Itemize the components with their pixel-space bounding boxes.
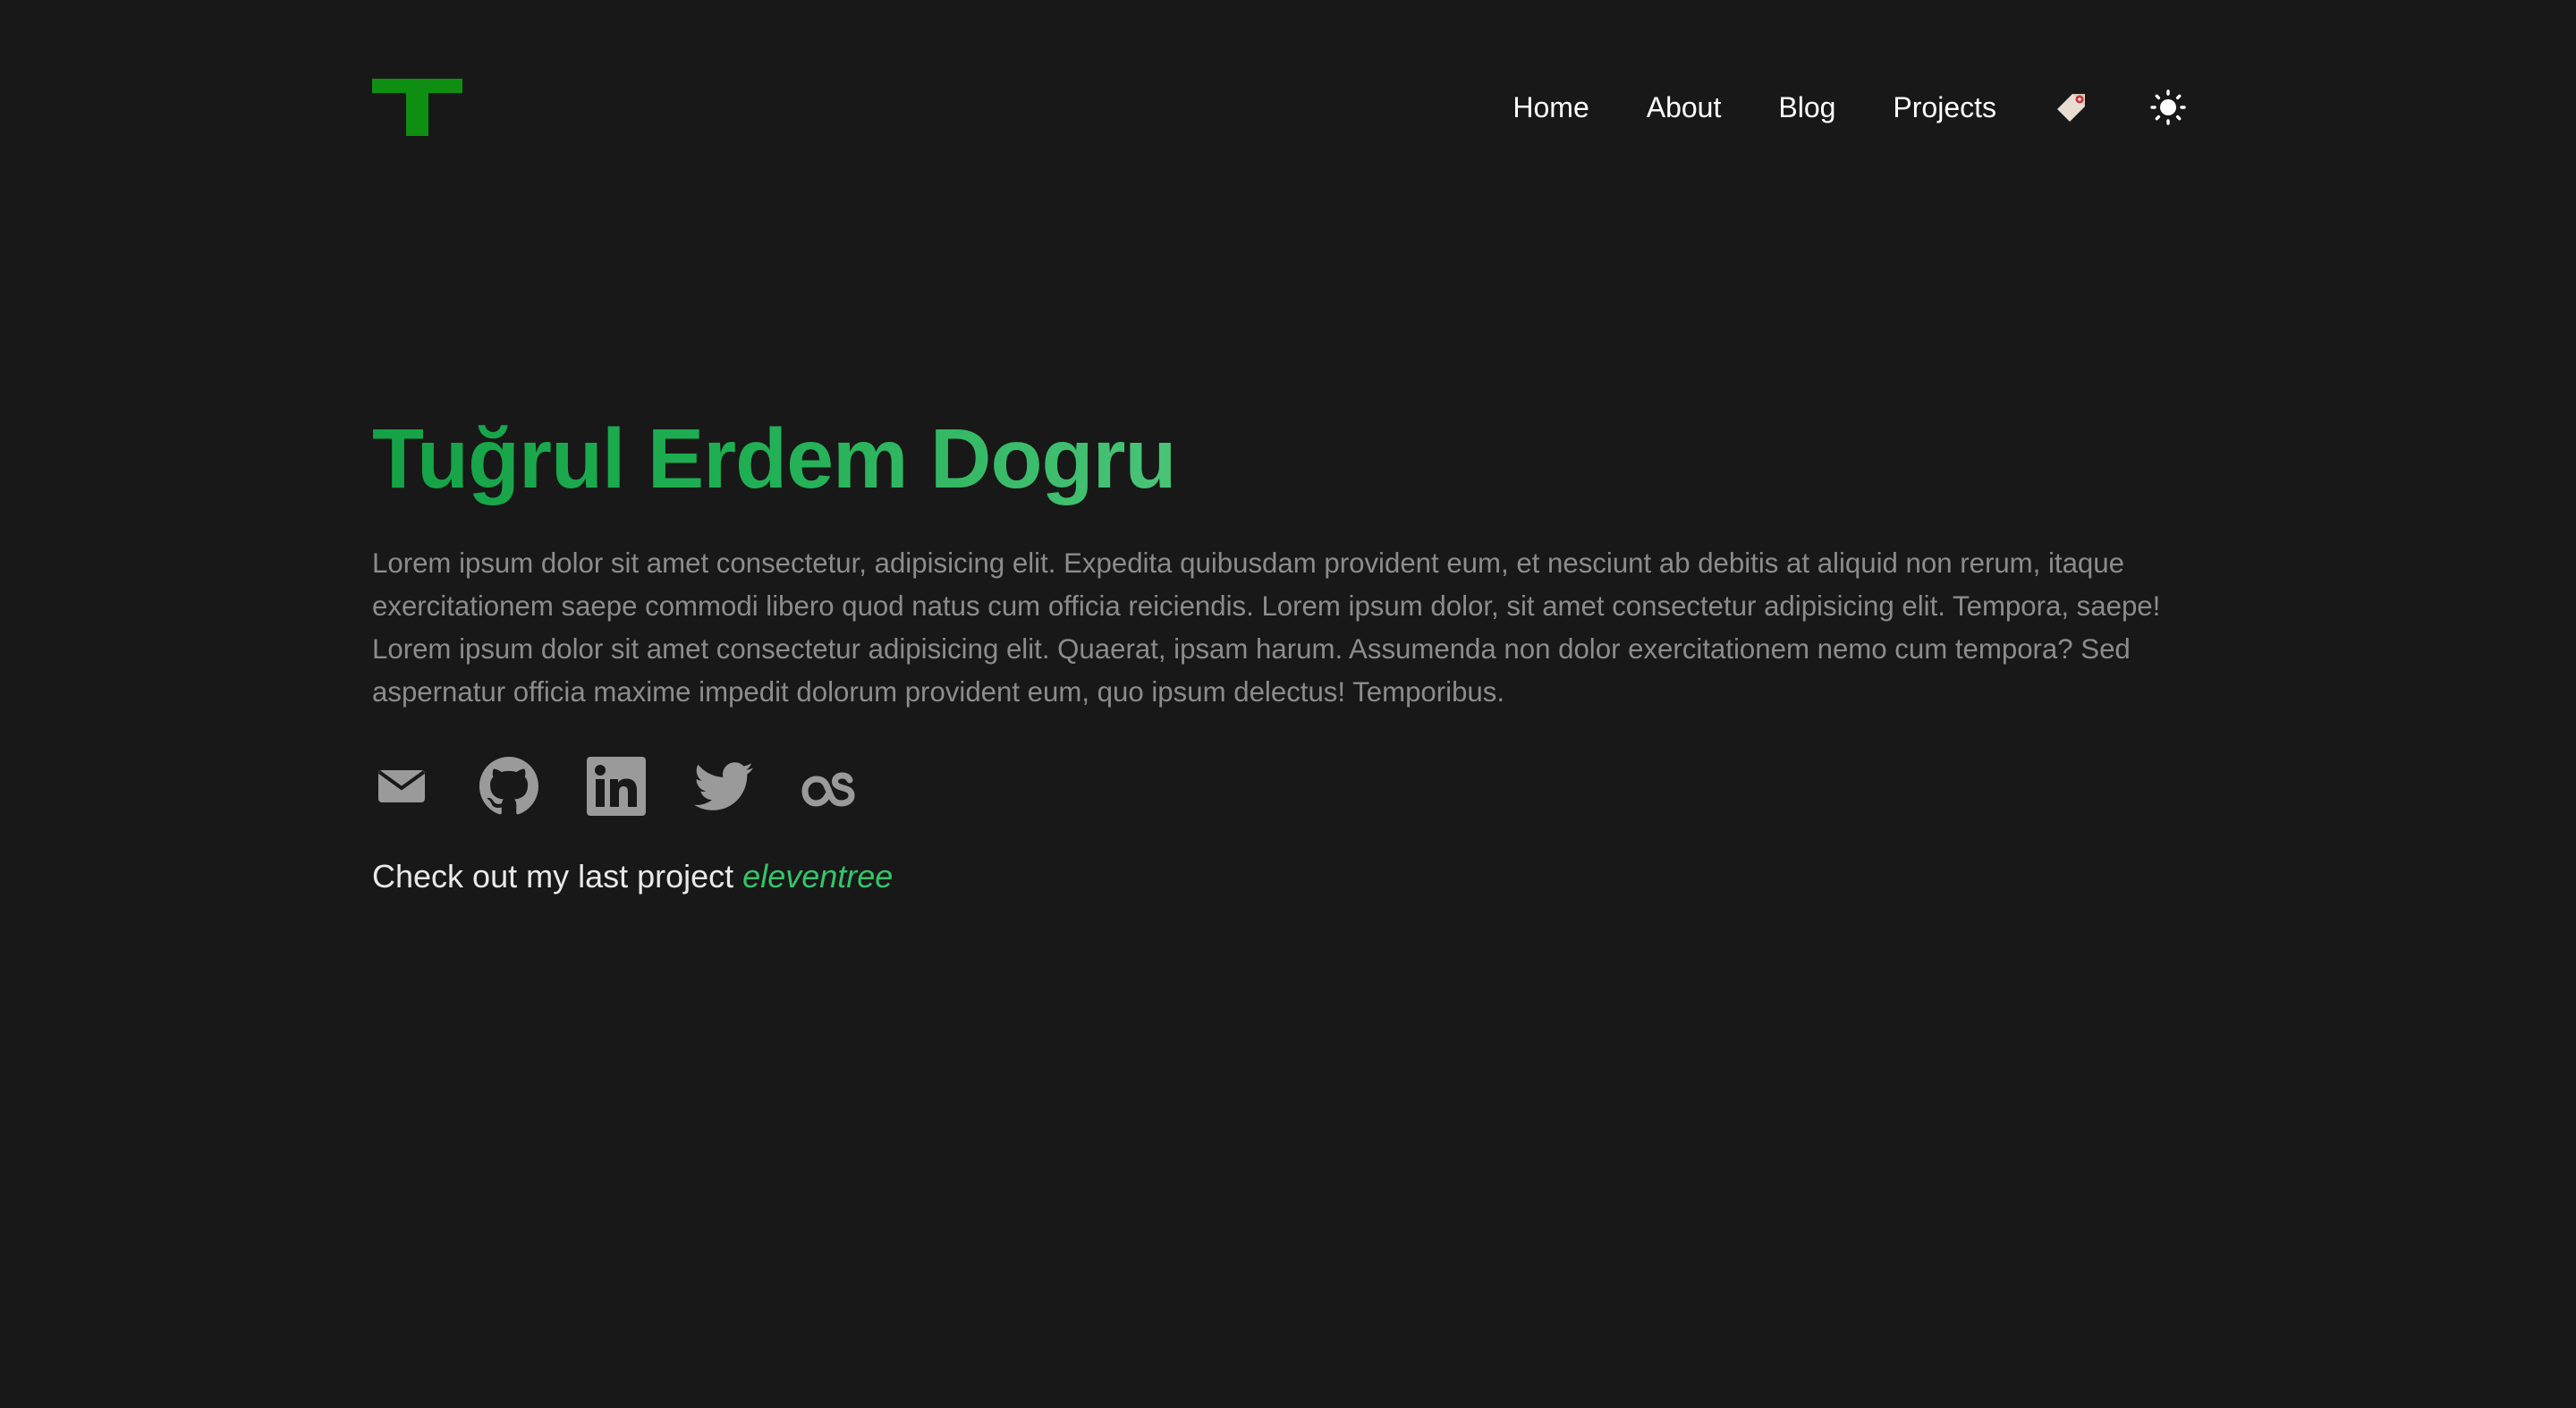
email-link[interactable] [372, 757, 431, 816]
theme-toggle[interactable] [2150, 89, 2186, 125]
main-nav: Home About Blog Projects [1513, 79, 2186, 136]
lastfm-icon [801, 772, 855, 807]
lastfm-link[interactable] [801, 757, 860, 816]
linkedin-link[interactable] [587, 757, 646, 816]
hero-section: Tuğrul Erdem Dogru Lorem ipsum dolor sit… [372, 403, 2206, 930]
tag-icon [2057, 94, 2085, 122]
brand-t-logo [372, 79, 462, 136]
nav-home[interactable]: Home [1513, 79, 1589, 136]
nav-projects[interactable]: Projects [1893, 79, 1996, 136]
latest-project-text: Check out my last project eleventree [372, 855, 2206, 898]
mail-icon [377, 770, 426, 802]
page-title: Tuğrul Erdem Dogru [372, 403, 1177, 515]
logo-link[interactable] [372, 79, 462, 136]
sun-icon [2150, 89, 2186, 125]
github-link[interactable] [479, 757, 538, 816]
nav-about[interactable]: About [1647, 79, 1722, 136]
intro-paragraph: Lorem ipsum dolor sit amet consectetur, … [372, 547, 2161, 708]
language-toggle[interactable] [2054, 89, 2089, 125]
twitter-link[interactable] [694, 757, 753, 816]
linkedin-icon [587, 757, 646, 816]
github-icon [479, 757, 538, 815]
cta-text: Check out my last project [372, 858, 734, 895]
twitter-icon [694, 762, 753, 810]
site-header: Home About Blog Projects [372, 79, 2186, 136]
latest-project-link[interactable]: eleventree [742, 858, 893, 895]
social-links [372, 757, 2206, 816]
nav-blog[interactable]: Blog [1778, 79, 1835, 136]
